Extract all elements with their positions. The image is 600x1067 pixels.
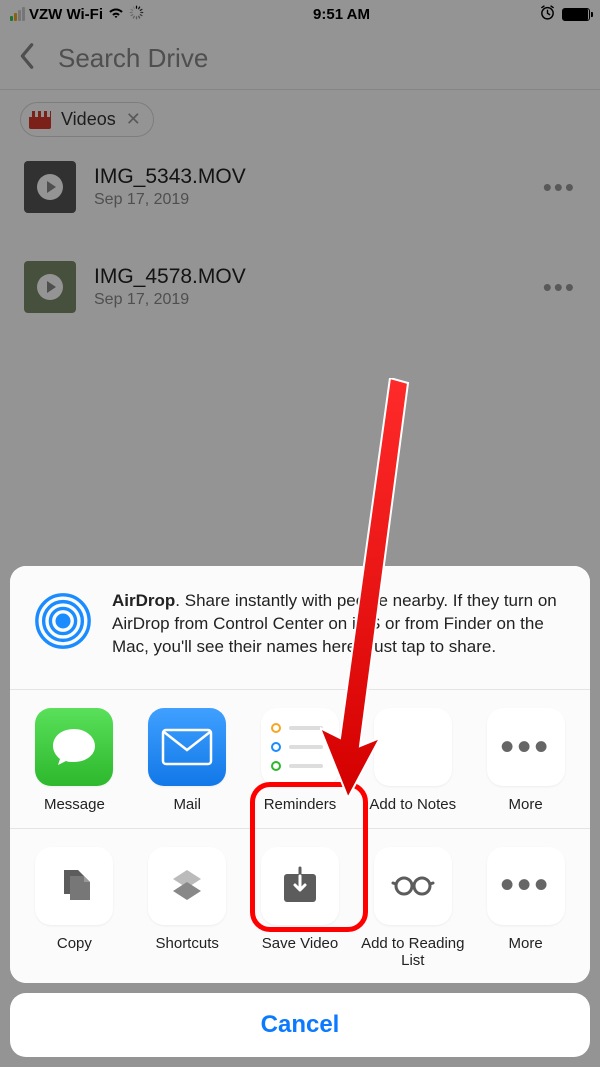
airdrop-text: AirDrop. Share instantly with people nea… [112,590,568,659]
action-save-video[interactable]: Save Video [244,847,357,970]
airdrop-icon [32,590,94,659]
more-icon: ••• [487,708,565,786]
notes-icon [374,708,452,786]
reading-list-icon [374,847,452,925]
copy-icon [35,847,113,925]
share-message[interactable]: Message [18,708,131,813]
message-icon [35,708,113,786]
share-mail[interactable]: Mail [131,708,244,813]
cancel-button[interactable]: Cancel [10,993,590,1057]
share-apps-row: Message Mail Reminders Add to Notes ••• [10,689,590,827]
more-icon: ••• [487,847,565,925]
action-shortcuts[interactable]: Shortcuts [131,847,244,970]
share-reminders[interactable]: Reminders [244,708,357,813]
airdrop-section[interactable]: AirDrop. Share instantly with people nea… [10,566,590,689]
save-video-icon [261,847,339,925]
share-sheet: AirDrop. Share instantly with people nea… [0,566,600,1067]
action-more[interactable]: ••• More [469,847,582,970]
actions-row: Copy Shortcuts Save Video Add to Reading… [10,828,590,984]
shortcuts-icon [148,847,226,925]
share-notes[interactable]: Add to Notes [356,708,469,813]
mail-icon [148,708,226,786]
action-reading-list[interactable]: Add to Reading List [356,847,469,970]
reminders-icon [261,708,339,786]
action-copy[interactable]: Copy [18,847,131,970]
share-more[interactable]: ••• More [469,708,582,813]
